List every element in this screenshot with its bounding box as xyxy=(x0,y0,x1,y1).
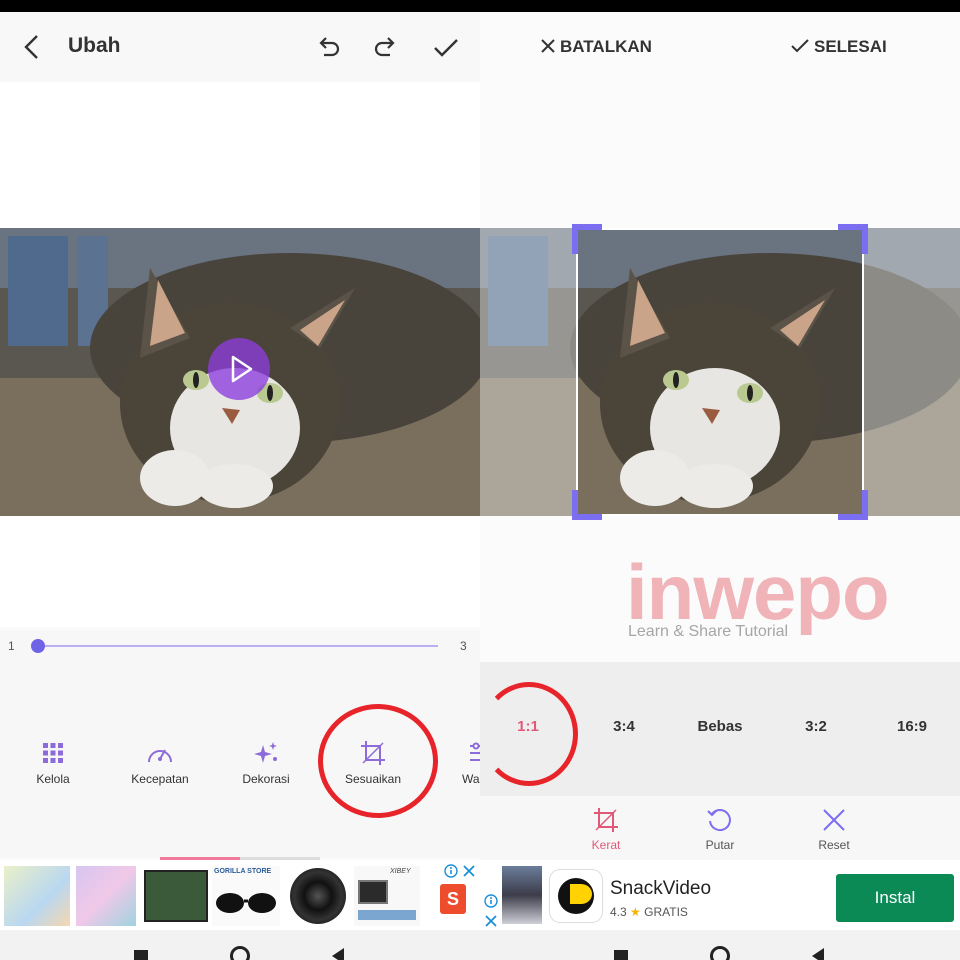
page-title: Ubah xyxy=(68,34,121,57)
undo-icon[interactable] xyxy=(316,34,342,60)
system-nav-bar xyxy=(0,930,480,960)
crop-handle-bottom-left[interactable] xyxy=(572,490,602,520)
recents-icon[interactable] xyxy=(614,950,628,960)
ad-banner[interactable]: GORILLA STORE XIBEY S xyxy=(0,860,480,930)
shopee-icon[interactable]: S xyxy=(440,884,466,914)
snackvideo-logo-mark xyxy=(570,884,592,904)
system-nav-bar xyxy=(480,930,960,960)
ad-store-label: GORILLA STORE xyxy=(214,868,272,875)
done-button[interactable]: SELESAI xyxy=(790,37,887,57)
tool-label: Kelola xyxy=(36,772,70,786)
ratio-16-9[interactable]: 16:9 xyxy=(872,718,952,735)
status-bar xyxy=(480,0,960,12)
ad-info-icon[interactable] xyxy=(444,864,458,878)
slider-min-label: 1 xyxy=(8,639,15,653)
highlight-circle xyxy=(480,682,578,786)
sunglasses-icon xyxy=(216,893,276,913)
action-putar[interactable]: Putar xyxy=(680,806,760,852)
ratio-3-2[interactable]: 3:2 xyxy=(776,718,856,735)
action-label: Putar xyxy=(705,838,735,852)
status-bar xyxy=(0,0,480,12)
play-icon xyxy=(231,355,253,383)
tool-label: Kecepatan xyxy=(131,772,189,786)
ad-product-image[interactable] xyxy=(76,866,136,926)
action-label: Kerat xyxy=(591,838,621,852)
watermark-brand: inwepo xyxy=(626,548,890,636)
snackvideo-logo[interactable] xyxy=(550,870,602,922)
ad-product-image[interactable] xyxy=(286,866,350,926)
play-button[interactable] xyxy=(208,338,270,400)
tool-kecepatan[interactable]: Kecepatan xyxy=(110,740,210,786)
sparkle-icon xyxy=(254,742,277,763)
ad-info-icon[interactable] xyxy=(484,894,498,908)
ad-close-icon[interactable] xyxy=(462,864,476,878)
ratio-3-4[interactable]: 3:4 xyxy=(584,718,664,735)
crop-handle-bottom-right[interactable] xyxy=(838,490,868,520)
check-icon xyxy=(791,39,809,53)
slider-max-label: 3 xyxy=(460,639,467,653)
back-icon[interactable] xyxy=(810,948,826,960)
editor-header: Ubah xyxy=(0,12,480,82)
ad-stripe xyxy=(358,910,416,920)
crop-header: BATALKAN SELESAI xyxy=(480,12,960,82)
ratio-bebas[interactable]: Bebas xyxy=(680,718,760,735)
ad-thumbnail[interactable] xyxy=(502,866,542,924)
crop-frame[interactable] xyxy=(572,224,868,520)
ad-app-name: SnackVideo xyxy=(610,878,712,899)
speed-slider-bar: 1 3 xyxy=(0,630,480,662)
ad-banner[interactable]: SnackVideo 4.3 ★ GRATIS Instal xyxy=(480,860,960,930)
speedometer-icon xyxy=(148,749,172,763)
grid-icon xyxy=(43,743,63,763)
adjust-icon xyxy=(470,742,480,761)
rotate-icon xyxy=(707,809,731,832)
home-icon[interactable] xyxy=(230,946,250,960)
ad-price: GRATIS xyxy=(644,905,688,919)
ad-product-image[interactable]: GORILLA STORE xyxy=(212,866,280,926)
ad-rating: 4.3 xyxy=(610,905,627,919)
tool-dekorasi[interactable]: Dekorasi xyxy=(216,740,316,786)
device-icon xyxy=(358,880,388,904)
editor-panel: Ubah 1 3 Kelola Kecepatan Dekorasi Sesua… xyxy=(0,0,480,960)
tool-kelola[interactable]: Kelola xyxy=(3,740,103,786)
close-icon xyxy=(541,39,555,53)
crop-mask-right xyxy=(864,228,960,516)
crop-panel: BATALKAN SELESAI inwepo Learn & Share Tu… xyxy=(480,0,960,960)
ad-product-image[interactable] xyxy=(144,870,208,922)
cancel-label: BATALKAN xyxy=(560,37,652,56)
reset-x-icon xyxy=(823,809,845,831)
crop-handle-top-right[interactable] xyxy=(838,224,868,254)
highlight-circle xyxy=(318,704,438,818)
cancel-button[interactable]: BATALKAN xyxy=(540,37,652,57)
ad-product-image[interactable] xyxy=(4,866,70,926)
install-button[interactable]: Instal xyxy=(836,874,954,922)
slider-thumb[interactable] xyxy=(31,639,45,653)
ad-product-image[interactable]: XIBEY xyxy=(354,866,420,926)
back-icon[interactable] xyxy=(330,948,346,960)
crop-mask-left xyxy=(480,228,576,516)
ad-brand-label: XIBEY xyxy=(390,868,411,875)
confirm-check-icon[interactable] xyxy=(432,36,460,60)
slider-track[interactable] xyxy=(38,645,438,647)
done-label: SELESAI xyxy=(814,37,887,56)
tool-label: Dekorasi xyxy=(242,772,290,786)
home-icon[interactable] xyxy=(710,946,730,960)
star-icon: ★ xyxy=(630,905,641,919)
action-reset[interactable]: Reset xyxy=(794,806,874,852)
video-preview[interactable] xyxy=(0,228,480,516)
action-label: Reset xyxy=(818,838,850,852)
recents-icon[interactable] xyxy=(134,950,148,960)
speaker-icon xyxy=(290,868,346,924)
ad-rating-row: 4.3 ★ GRATIS xyxy=(610,905,688,919)
crop-handle-top-left[interactable] xyxy=(572,224,602,254)
redo-icon[interactable] xyxy=(372,34,398,60)
ad-close-icon[interactable] xyxy=(484,914,498,928)
tool-label: Wa xyxy=(462,772,480,786)
crop-icon xyxy=(594,808,618,832)
watermark-tagline: Learn & Share Tutorial xyxy=(628,623,789,640)
back-arrow-icon[interactable] xyxy=(22,34,42,60)
action-kerat[interactable]: Kerat xyxy=(566,806,646,852)
